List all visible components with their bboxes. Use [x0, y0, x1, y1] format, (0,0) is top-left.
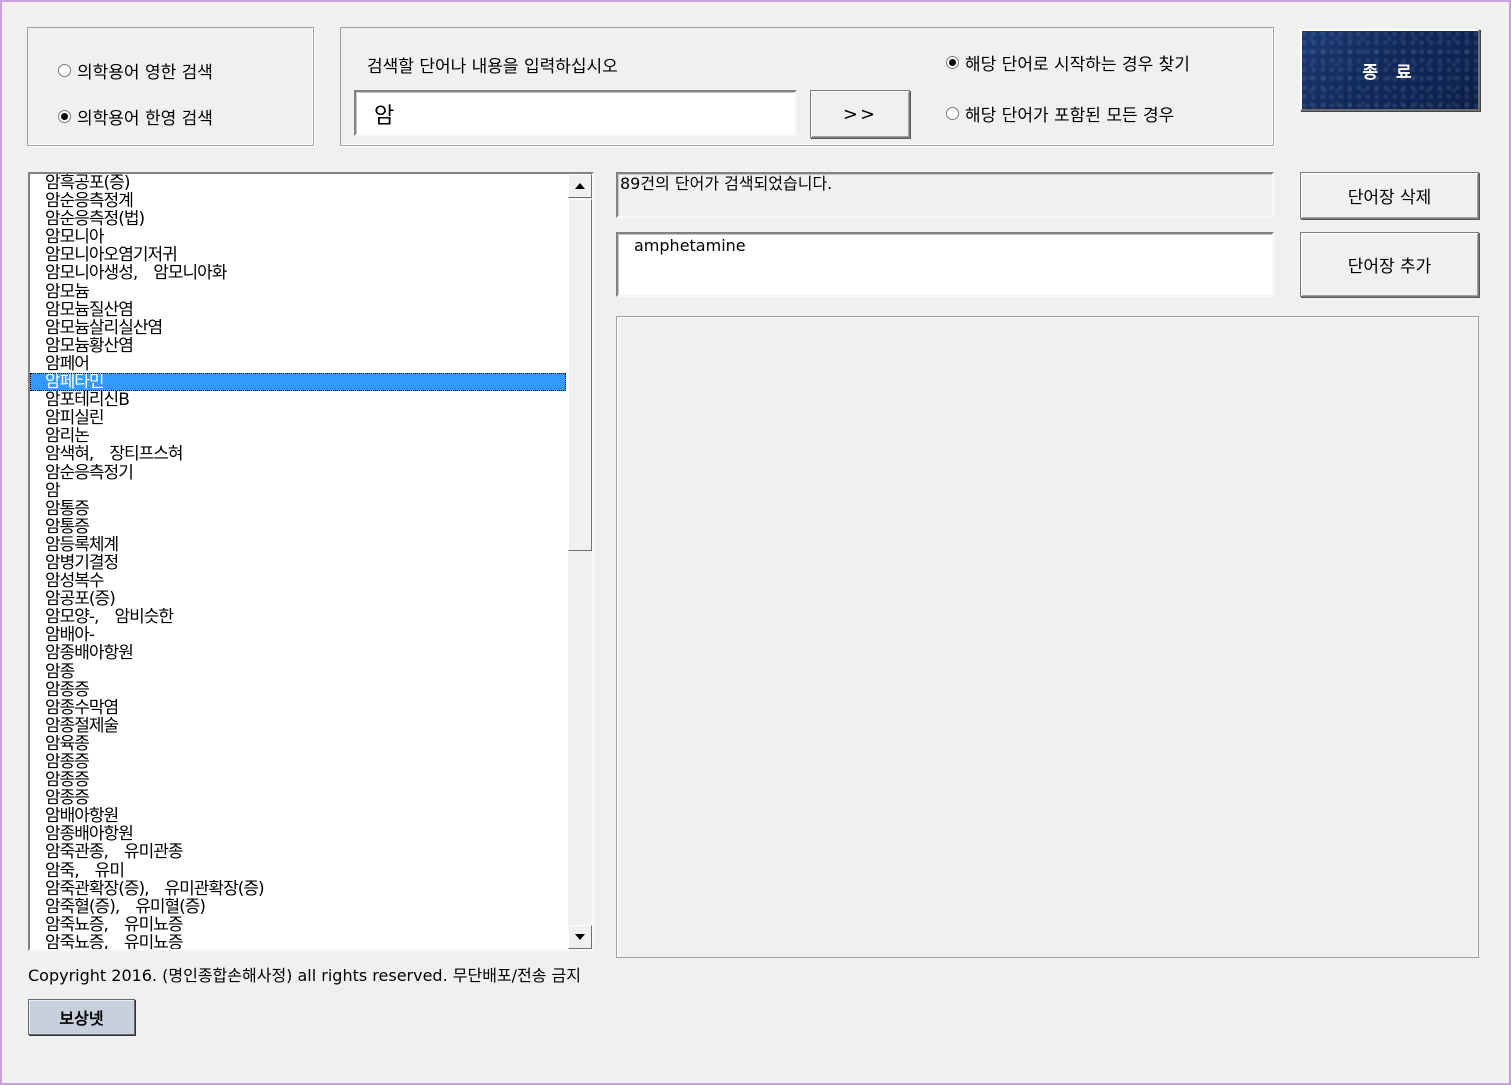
list-item[interactable]: 암배아항원 [30, 807, 566, 825]
copyright-text: Copyright 2016. (명인종합손해사정) all rights re… [28, 966, 581, 985]
exit-label: 종 료 [1302, 31, 1478, 109]
list-item[interactable]: 암육종 [30, 735, 566, 753]
wordbook-add-button[interactable]: 단어장 추가 [1300, 232, 1479, 297]
list-item[interactable]: 암포테리신B [30, 391, 566, 409]
radio-kor-eng[interactable]: 의학용어 한영 검색 [58, 104, 213, 129]
list-item[interactable]: 암병기결정 [30, 554, 566, 572]
result-list[interactable]: 암흑공포(증) 암순응측정계 암순응측정(법) 암모니아 암모니아오염기저귀 암모니아생성… [28, 172, 594, 951]
radio-contains-label: 해당 단어가 포함된 모든 경우 [965, 106, 1175, 126]
list-item[interactable]: 암순응측정계 [30, 192, 566, 210]
scroll-up-button[interactable] [568, 174, 592, 198]
bosang-label: 보상넷 [59, 1009, 104, 1028]
search-prompt: 검색할 단어나 내용을 입력하십시오 [367, 57, 618, 77]
list-item[interactable]: 암죽뇨증, 유미뇨증 [30, 916, 566, 934]
list-item[interactable]: 암모양-, 암비슷한 [30, 608, 566, 626]
list-item[interactable]: 암죽, 유미 [30, 862, 566, 880]
translation-text: amphetamine [634, 236, 746, 255]
list-item[interactable]: 암성복수 [30, 572, 566, 590]
list-item[interactable]: 암모니아생성, 암모니아화 [30, 264, 566, 282]
list-item[interactable]: 암모니아 [30, 228, 566, 246]
list-item[interactable]: 암모늄살리실산염 [30, 319, 566, 337]
list-item[interactable]: 암순응측정(법) [30, 210, 566, 228]
scroll-thumb[interactable] [568, 199, 592, 551]
bosang-button[interactable]: 보상넷 [28, 999, 135, 1035]
list-item[interactable]: 암종 [30, 663, 566, 681]
list-item[interactable]: 암흑공포(증) [30, 174, 566, 192]
radio-eng-kor-label: 의학용어 영한 검색 [77, 63, 213, 83]
result-list-items: 암흑공포(증) 암순응측정계 암순응측정(법) 암모니아 암모니아오염기저귀 암모니아생성… [30, 174, 566, 949]
list-item[interactable]: 암죽관종, 유미관종 [30, 843, 566, 861]
list-item[interactable]: 암종증 [30, 789, 566, 807]
wordbook-delete-button[interactable]: 단어장 삭제 [1300, 172, 1479, 219]
translation-box[interactable]: amphetamine [616, 232, 1274, 297]
search-go-button[interactable]: >> [810, 90, 910, 138]
list-item[interactable]: 암죽관확장(증), 유미관확장(증) [30, 880, 566, 898]
radio-circle-checked[interactable] [58, 110, 71, 123]
list-item[interactable]: 암공포(증) [30, 590, 566, 608]
search-go-label: >> [842, 103, 878, 125]
list-item[interactable]: 암통증 [30, 500, 566, 518]
list-item[interactable]: 암종증 [30, 771, 566, 789]
search-input-value: 암 [374, 104, 395, 129]
list-item[interactable]: 암피실린 [30, 409, 566, 427]
radio-starts-with-label: 해당 단어로 시작하는 경우 찾기 [965, 55, 1190, 75]
list-item[interactable]: 암종절제술 [30, 717, 566, 735]
radio-starts-with[interactable]: 해당 단어로 시작하는 경우 찾기 [946, 50, 1190, 75]
radio-contains[interactable]: 해당 단어가 포함된 모든 경우 [946, 101, 1174, 126]
wordbook-add-label: 단어장 추가 [1347, 257, 1432, 277]
list-item[interactable]: 암색혀, 장티프스혀 [30, 445, 566, 463]
list-item[interactable]: 암등록체계 [30, 536, 566, 554]
list-item[interactable]: 암배아- [30, 626, 566, 644]
result-status: 89건의 단어가 검색되었습니다. [620, 174, 833, 193]
list-item[interactable]: 암죽혈(증), 유미혈(증) [30, 898, 566, 916]
list-item[interactable]: 암종배아항원 [30, 644, 566, 662]
list-item[interactable]: 암모늄질산염 [30, 301, 566, 319]
exit-button[interactable]: 종 료 [1300, 29, 1480, 111]
list-item[interactable]: 암모니아오염기저귀 [30, 246, 566, 264]
radio-eng-kor[interactable]: 의학용어 영한 검색 [58, 58, 213, 83]
list-item[interactable]: 암통증 [30, 518, 566, 536]
list-item[interactable]: 암페어 [30, 355, 566, 373]
list-item[interactable]: 암죽뇨증, 유미뇨증 [30, 934, 566, 949]
result-status-box: 89건의 단어가 검색되었습니다. [616, 172, 1274, 218]
list-item[interactable]: 암순응측정기 [30, 464, 566, 482]
list-item[interactable]: 암페타민 [30, 373, 566, 392]
wordbook-delete-label: 단어장 삭제 [1347, 188, 1432, 208]
radio-circle[interactable] [58, 64, 71, 77]
arrow-up-icon [575, 183, 585, 189]
radio-kor-eng-label: 의학용어 한영 검색 [77, 109, 213, 129]
list-item[interactable]: 암 [30, 482, 566, 500]
list-item[interactable]: 암종증 [30, 753, 566, 771]
list-item[interactable]: 암리논 [30, 427, 566, 445]
list-item[interactable]: 암모늄 [30, 283, 566, 301]
list-scrollbar[interactable] [568, 174, 592, 949]
list-item[interactable]: 암모늄황산염 [30, 337, 566, 355]
list-item[interactable]: 암종증 [30, 681, 566, 699]
arrow-down-icon [575, 934, 585, 940]
radio-circle-checked[interactable] [946, 56, 959, 69]
search-input[interactable]: 암 [354, 90, 797, 136]
list-item[interactable]: 암종배아항원 [30, 825, 566, 843]
scroll-down-button[interactable] [568, 925, 592, 949]
list-item[interactable]: 암종수막염 [30, 699, 566, 717]
detail-panel [616, 316, 1479, 958]
radio-circle[interactable] [946, 107, 959, 120]
